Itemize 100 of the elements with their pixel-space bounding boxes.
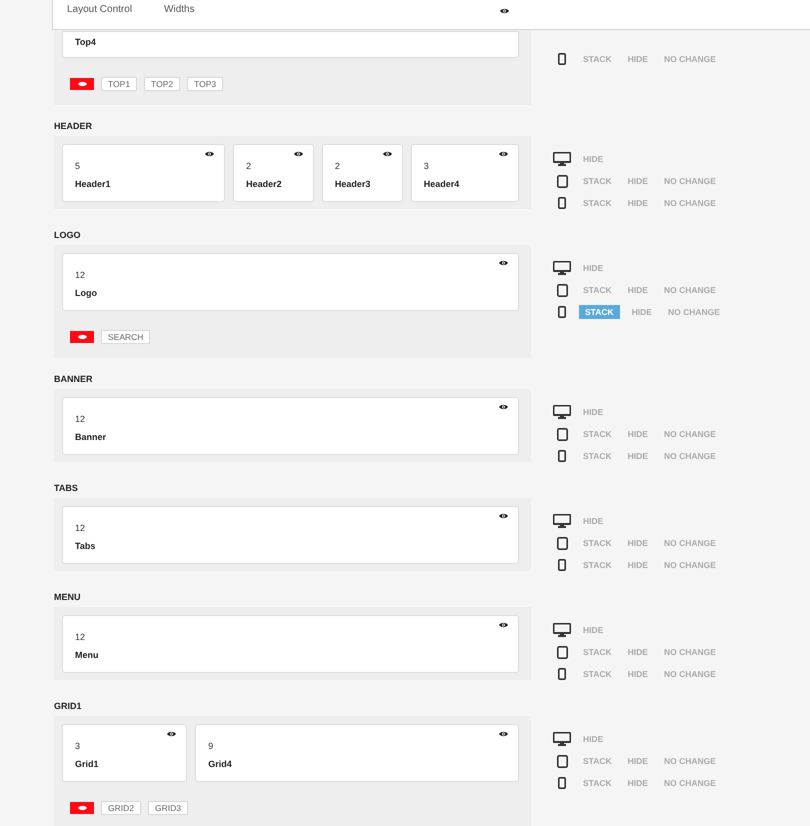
- eye-icon[interactable]: [499, 260, 508, 266]
- hidden-module-button[interactable]: GRID3: [148, 801, 188, 815]
- layout-option[interactable]: HIDE: [624, 52, 652, 66]
- section-title: GRID1: [54, 700, 82, 713]
- layout-option[interactable]: NO CHANGE: [660, 776, 720, 790]
- layout-option[interactable]: HIDE: [624, 667, 652, 681]
- layout-option[interactable]: HIDE: [579, 152, 608, 166]
- column-card[interactable]: 2 Header3: [322, 144, 403, 202]
- column-name: Header2: [246, 178, 282, 190]
- layout-option[interactable]: NO CHANGE: [660, 174, 720, 188]
- header-link[interactable]: Layout Control: [67, 4, 132, 15]
- column-name: Header3: [334, 178, 370, 190]
- layout-option[interactable]: NO CHANGE: [660, 536, 720, 550]
- column-card[interactable]: 12 Tabs: [62, 506, 519, 564]
- layout-option[interactable]: HIDE: [624, 536, 652, 550]
- hidden-module-button[interactable]: SEARCH: [101, 330, 150, 344]
- layout-option[interactable]: STACK: [579, 427, 616, 441]
- layout-option[interactable]: STACK: [579, 305, 620, 319]
- column-name: Header1: [75, 178, 111, 190]
- layout-option[interactable]: STACK: [579, 196, 616, 210]
- column-card[interactable]: 3 Grid1: [62, 724, 188, 782]
- hidden-module-button[interactable]: TOP3: [187, 77, 224, 91]
- layout-option[interactable]: STACK: [579, 174, 616, 188]
- layout-option[interactable]: STACK: [579, 558, 616, 572]
- layout-option[interactable]: NO CHANGE: [664, 305, 724, 319]
- layout-option[interactable]: STACK: [579, 52, 616, 66]
- layout-option[interactable]: NO CHANGE: [660, 427, 720, 441]
- layout-option[interactable]: NO CHANGE: [660, 52, 720, 66]
- layout-option[interactable]: STACK: [579, 754, 616, 768]
- layout-option[interactable]: HIDE: [579, 623, 608, 637]
- eye-icon[interactable]: [382, 151, 392, 157]
- layout-option[interactable]: STACK: [579, 776, 616, 790]
- eye-icon[interactable]: [499, 513, 508, 519]
- column-card[interactable]: 2 Header2: [233, 144, 314, 202]
- column-width: 3: [75, 740, 80, 752]
- layout-option[interactable]: HIDE: [624, 174, 652, 188]
- eye-icon[interactable]: [294, 151, 303, 157]
- layout-option[interactable]: HIDE: [628, 305, 656, 319]
- layout-option[interactable]: STACK: [579, 449, 616, 463]
- layout-option[interactable]: HIDE: [579, 514, 608, 528]
- column-width: 12: [75, 631, 86, 643]
- eye-icon[interactable]: [205, 151, 214, 157]
- eye-icon[interactable]: [499, 622, 508, 628]
- layout-option[interactable]: STACK: [579, 536, 616, 550]
- column-card[interactable]: 3 Header4: [410, 144, 519, 202]
- tablet-icon: [556, 536, 568, 550]
- layout-option[interactable]: HIDE: [579, 261, 608, 275]
- section-title: MENU: [54, 591, 80, 604]
- layout-option[interactable]: HIDE: [624, 558, 652, 572]
- column-width: 5: [75, 160, 80, 172]
- eye-icon[interactable]: [167, 731, 176, 737]
- monitor-icon: [553, 623, 571, 637]
- column-card[interactable]: 12 Menu: [62, 615, 519, 673]
- column-card[interactable]: 5 Header1: [62, 144, 226, 202]
- eye-icon[interactable]: [500, 8, 509, 14]
- layout-option[interactable]: HIDE: [579, 405, 608, 419]
- layout-option[interactable]: HIDE: [624, 645, 652, 659]
- column-card[interactable]: 9 Grid4: [195, 724, 519, 782]
- layout-option[interactable]: STACK: [579, 645, 616, 659]
- layout-option[interactable]: NO CHANGE: [660, 196, 720, 210]
- layout-option[interactable]: NO CHANGE: [660, 283, 720, 297]
- column-name: Banner: [75, 431, 106, 443]
- layout-option[interactable]: HIDE: [579, 732, 608, 746]
- eye-icon: [78, 81, 86, 87]
- tablet-icon: [556, 754, 568, 768]
- eye-toggle-button[interactable]: [70, 331, 94, 343]
- layout-option[interactable]: HIDE: [624, 776, 652, 790]
- eye-icon[interactable]: [499, 404, 508, 410]
- layout-option[interactable]: HIDE: [624, 283, 652, 297]
- eye-toggle-button[interactable]: [70, 78, 94, 90]
- column-width: 2: [246, 160, 252, 172]
- layout-option[interactable]: NO CHANGE: [660, 754, 720, 768]
- column-width: 9: [208, 740, 214, 752]
- layout-option[interactable]: NO CHANGE: [660, 449, 720, 463]
- layout-option[interactable]: HIDE: [624, 449, 652, 463]
- layout-option[interactable]: HIDE: [624, 754, 652, 768]
- column-card[interactable]: 12 Banner: [62, 397, 519, 455]
- layout-option[interactable]: NO CHANGE: [660, 667, 720, 681]
- layout-option[interactable]: STACK: [579, 283, 616, 297]
- monitor-icon: [553, 732, 571, 746]
- column-width: 12: [75, 413, 86, 425]
- column-name: Top4: [75, 36, 96, 48]
- column-card[interactable]: Top4: [62, 31, 519, 58]
- tablet-icon: [556, 646, 568, 658]
- layout-option[interactable]: NO CHANGE: [660, 645, 720, 659]
- layout-option[interactable]: HIDE: [624, 196, 652, 210]
- column-card[interactable]: 12 Logo: [62, 253, 519, 311]
- layout-option[interactable]: NO CHANGE: [660, 558, 720, 572]
- eye-icon[interactable]: [499, 731, 508, 737]
- phone-icon: [558, 306, 566, 318]
- monitor-icon: [553, 405, 571, 419]
- eye-icon[interactable]: [498, 151, 508, 157]
- eye-toggle-button[interactable]: [70, 802, 94, 814]
- hidden-module-button[interactable]: TOP2: [144, 77, 180, 91]
- header-link[interactable]: Widths: [164, 4, 195, 15]
- layout-option[interactable]: STACK: [579, 667, 616, 681]
- layout-option[interactable]: HIDE: [624, 427, 652, 441]
- hidden-module-button[interactable]: GRID2: [101, 801, 141, 815]
- tablet-icon: [556, 428, 568, 440]
- hidden-module-button[interactable]: TOP1: [101, 77, 138, 91]
